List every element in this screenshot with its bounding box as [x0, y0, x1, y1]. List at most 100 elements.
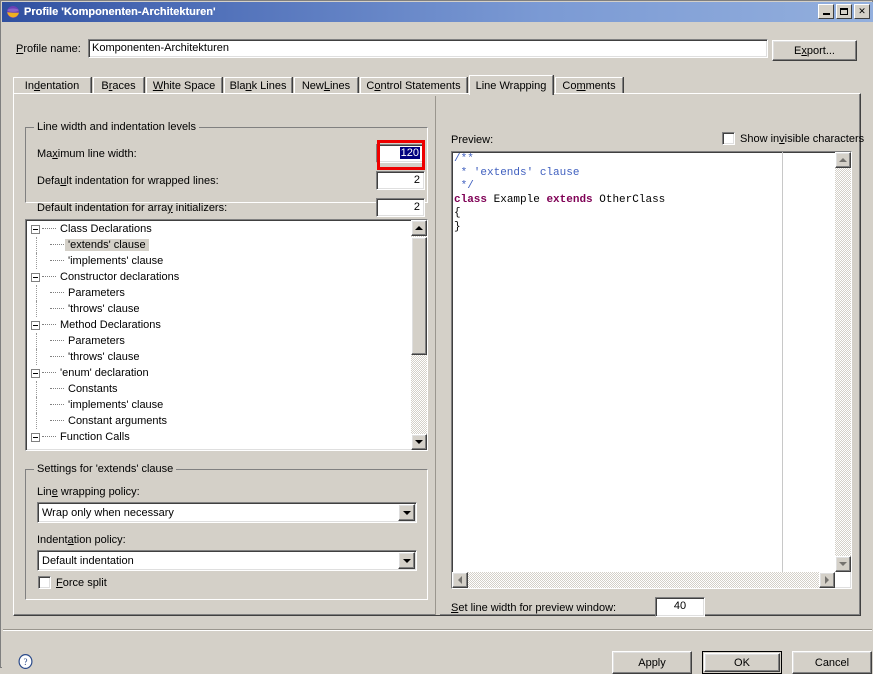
code-line-brace-open: {	[454, 207, 461, 219]
close-button[interactable]: ✕	[854, 4, 870, 19]
arrow-down-icon	[839, 562, 847, 566]
ok-button[interactable]: OK	[702, 651, 782, 674]
minimize-button[interactable]	[818, 4, 834, 19]
settings-group: Settings for 'extends' clause Line wrapp…	[25, 463, 428, 600]
tree-vertical-scrollbar[interactable]	[411, 220, 427, 450]
line-wrapping-policy-label: Line wrapping policy:	[37, 486, 140, 498]
cancel-button[interactable]: Cancel	[792, 651, 872, 674]
tab-comments[interactable]: Co m ments	[555, 77, 623, 94]
preview-hscroll-track[interactable]	[468, 572, 819, 588]
tree-node-constructor-throws[interactable]: 'throws' clause	[26, 301, 411, 317]
tree-node-method-throws[interactable]: 'throws' clause	[26, 349, 411, 365]
cancel-button-label: Cancel	[814, 656, 850, 669]
force-split-checkbox[interactable]: Force split	[38, 576, 107, 589]
tree-node-extends-clause[interactable]: 'extends' clause	[26, 237, 411, 253]
code-line-brace-close: }	[454, 220, 461, 233]
tree-node-label: Constants	[68, 383, 118, 395]
line-wrapping-policy-value: Wrap only when necessary	[42, 506, 174, 519]
tab-new-lines[interactable]: New Lines	[294, 77, 358, 94]
tab-braces[interactable]: Br aces	[93, 77, 144, 94]
tree-node-constant-arguments[interactable]: Constant arguments	[26, 413, 411, 429]
expander-icon[interactable]	[31, 224, 40, 234]
expander-icon[interactable]	[31, 272, 40, 282]
settings-group-title: Settings for 'extends' clause	[34, 463, 177, 475]
checkbox-box[interactable]	[722, 132, 735, 145]
tree-scroll-down-arrow[interactable]	[411, 434, 427, 450]
tab-indentation[interactable]: In d entation	[13, 77, 91, 94]
tree-node-enum-implements[interactable]: 'implements' clause	[26, 397, 411, 413]
tree-node-label: Parameters	[68, 335, 125, 347]
preview-scroll-up-arrow[interactable]	[835, 152, 851, 168]
expander-icon[interactable]	[31, 432, 40, 442]
preview-scroll-left-arrow[interactable]	[452, 572, 468, 588]
arrow-left-icon	[458, 576, 462, 584]
code-line-comment-close: */	[454, 180, 474, 192]
checkbox-box[interactable]	[38, 576, 51, 589]
tab-white-space[interactable]: White Space	[146, 77, 222, 94]
tree-node-enum-constants[interactable]: Constants	[26, 381, 411, 397]
tree-scroll-up-arrow[interactable]	[411, 220, 427, 236]
line-width-group-title: Line width and indentation levels	[34, 121, 200, 133]
tree-scrollbar-thumb[interactable]	[411, 237, 427, 355]
apply-button[interactable]: Apply	[612, 651, 692, 674]
wrapped-lines-indent-input[interactable]: 2	[376, 171, 425, 190]
indentation-policy-value: Default indentation	[42, 554, 134, 567]
maximize-button[interactable]	[836, 4, 852, 19]
preview-scroll-down-arrow[interactable]	[835, 556, 851, 572]
tree-node-label: Function Calls	[60, 431, 130, 443]
preview-label: Preview:	[451, 134, 494, 146]
dialog-window: Profile 'Komponenten-Architekturen' ✕ Pr…	[0, 0, 873, 674]
tree-node-label: Constant arguments	[68, 415, 168, 427]
preview-vertical-scrollbar[interactable]	[835, 152, 851, 572]
tree-node-implements-clause-1[interactable]: 'implements' clause	[26, 253, 411, 269]
chevron-down-icon[interactable]	[398, 552, 415, 569]
force-split-label: Force split	[56, 576, 107, 589]
tree-node-label: 'enum' declaration	[60, 367, 149, 379]
code-line-class-decl: class Example extends OtherClass	[454, 193, 666, 206]
show-invisible-characters-checkbox[interactable]: Show invisible characters	[722, 132, 864, 145]
profile-name-label: Profile name:	[16, 43, 81, 55]
tree-node-class-declarations[interactable]: Class Declarations	[26, 221, 411, 237]
max-line-width-input[interactable]: 120	[376, 144, 425, 163]
tree-node-label: Class Declarations	[60, 223, 152, 235]
line-width-group: Line width and indentation levels Maximu…	[25, 121, 428, 217]
expander-icon[interactable]	[31, 320, 40, 330]
tab-line-wrapping[interactable]: Line Wrappin g	[469, 75, 553, 95]
set-line-width-input[interactable]: 40	[655, 597, 705, 617]
preview-scroll-right-arrow[interactable]	[819, 572, 835, 588]
tab-control-statements[interactable]: Co ntrol Statements	[360, 77, 467, 94]
array-initializers-indent-label: Default indentation for array initialize…	[37, 202, 228, 214]
keyword-class: class	[454, 193, 488, 206]
tree-node-constructor-parameters[interactable]: Parameters	[26, 285, 411, 301]
line-wrapping-policy-combo[interactable]: Wrap only when necessary	[37, 502, 417, 523]
tab-blank-lines[interactable]: Bla n k Lines	[224, 77, 292, 94]
tree-node-method-parameters[interactable]: Parameters	[26, 333, 411, 349]
tree-node-enum-declaration[interactable]: 'enum' declaration	[26, 365, 411, 381]
profile-name-row: Profile name: Komponenten-Architekturen	[16, 39, 861, 61]
tree-node-constructor-declarations[interactable]: Constructor declarations	[26, 269, 411, 285]
code-line-comment-body: * 'extends' clause	[454, 166, 580, 179]
set-line-width-label: Set line width for preview window:	[451, 602, 617, 614]
array-initializers-indent-input[interactable]: 2	[376, 198, 425, 217]
tree-node-function-calls[interactable]: Function Calls	[26, 429, 411, 445]
help-icon[interactable]: ?	[18, 653, 33, 670]
export-button[interactable]: Export...	[772, 40, 857, 61]
tree-node-label: Constructor declarations	[60, 271, 180, 283]
preview-vscroll-track[interactable]	[835, 168, 851, 556]
wrapping-elements-tree[interactable]: Class Declarations 'extends' clause 'imp…	[25, 219, 428, 451]
eclipse-globe-icon	[6, 5, 20, 19]
tree-node-label: 'extends' clause	[65, 239, 149, 251]
indentation-policy-combo[interactable]: Default indentation	[37, 550, 417, 571]
code-line-comment-open: /**	[454, 153, 474, 165]
preview-horizontal-scrollbar[interactable]	[452, 572, 835, 588]
tree-node-label: Method Declarations	[60, 319, 161, 331]
tree-node-method-declarations[interactable]: Method Declarations	[26, 317, 411, 333]
dialog-client-area: Profile name: Komponenten-Architekturen …	[2, 22, 873, 674]
expander-icon[interactable]	[31, 368, 40, 378]
panel-sash[interactable]	[435, 96, 440, 615]
preview-code-pane[interactable]: /** * 'extends' clause */ class Example …	[451, 151, 852, 589]
window-title: Profile 'Komponenten-Architekturen'	[24, 6, 216, 18]
chevron-down-icon[interactable]	[398, 504, 415, 521]
profile-name-input[interactable]: Komponenten-Architekturen	[88, 39, 768, 58]
title-bar: Profile 'Komponenten-Architekturen' ✕	[2, 2, 873, 22]
